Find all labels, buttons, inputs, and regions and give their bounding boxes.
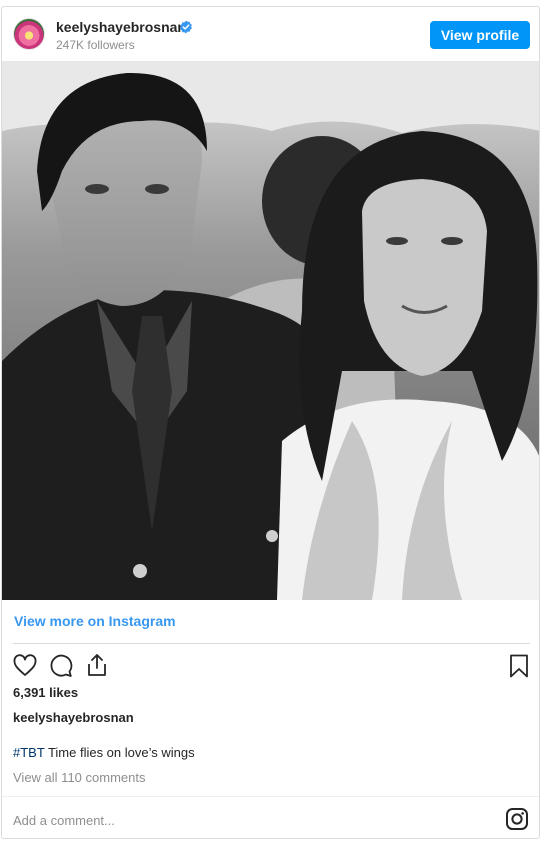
view-comments-link[interactable]: View all 110 comments	[13, 770, 145, 785]
view-profile-button[interactable]: View profile	[430, 21, 530, 49]
post-header: keelyshayebrosnan 247K followers View pr…	[2, 7, 539, 63]
divider	[2, 796, 539, 797]
username-link[interactable]: keelyshayebrosnan	[56, 19, 186, 35]
share-icon[interactable]	[84, 652, 110, 678]
avatar[interactable]	[13, 18, 45, 50]
view-more-link[interactable]: View more on Instagram	[14, 613, 176, 629]
verified-badge-icon	[180, 20, 192, 34]
bookmark-icon[interactable]	[506, 653, 532, 679]
instagram-icon[interactable]	[505, 807, 529, 831]
add-comment-input[interactable]: Add a comment...	[13, 813, 115, 828]
caption-username[interactable]: keelyshayebrosnan	[13, 710, 134, 725]
follower-count: 247K followers	[56, 38, 135, 52]
post-photo[interactable]	[2, 61, 539, 600]
divider	[13, 643, 530, 644]
post-caption: #TBT Time flies on love’s wings	[13, 745, 195, 760]
caption-text: Time flies on love’s wings	[44, 745, 195, 760]
like-count[interactable]: 6,391 likes	[13, 685, 78, 700]
instagram-embed-card: keelyshayebrosnan 247K followers View pr…	[1, 6, 540, 839]
comment-icon[interactable]	[48, 653, 74, 679]
hashtag-link[interactable]: #TBT	[13, 745, 45, 760]
photo-placeholder	[2, 61, 539, 600]
heart-icon[interactable]	[12, 653, 38, 679]
